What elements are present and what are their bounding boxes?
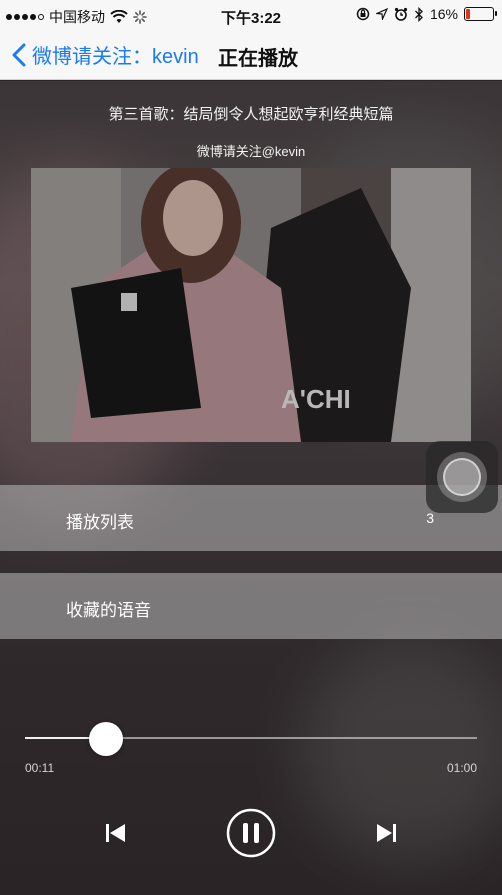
album-cover-image: A'CHI	[31, 168, 471, 442]
progress-slider-thumb[interactable]	[89, 722, 124, 756]
navigation-bar: 微博请关注：kevin 正在播放	[0, 30, 502, 80]
author-label: 微博请关注@kevin	[196, 144, 306, 159]
elapsed-time: 00:11	[25, 761, 55, 775]
favorites-label: 收藏的语音	[66, 601, 151, 620]
assistive-touch-dot	[443, 458, 481, 496]
song-title: 第三首歌：结局倒令人想起欧亨利经典短篇	[108, 106, 394, 123]
pause-button[interactable]	[226, 808, 276, 863]
back-button[interactable]: 微博请关注：kevin	[12, 40, 199, 69]
skip-next-icon	[377, 824, 396, 842]
assistive-touch-button[interactable]	[426, 441, 498, 513]
battery-icon	[464, 7, 497, 21]
assistive-touch-ring	[437, 452, 487, 502]
status-bar: 中国移动 下午3:22 16%	[0, 0, 502, 30]
back-button-label: 微博请关注：kevin	[32, 46, 199, 68]
next-track-button[interactable]	[374, 821, 398, 850]
favorites-row[interactable]: 收藏的语音	[0, 573, 502, 639]
playlist-label: 播放列表	[66, 513, 134, 532]
chevron-left-icon	[12, 43, 26, 66]
rotation-lock-icon	[356, 7, 370, 21]
pause-icon	[226, 808, 276, 858]
skip-previous-icon	[106, 824, 125, 842]
alarm-icon	[394, 7, 408, 21]
battery-level-fill	[466, 9, 470, 19]
bluetooth-icon	[415, 6, 423, 22]
page-title: 正在播放	[218, 48, 298, 70]
previous-track-button[interactable]	[104, 821, 128, 850]
battery-percent: 16%	[429, 6, 458, 22]
total-duration: 01:00	[446, 761, 477, 775]
playlist-count: 3	[426, 510, 434, 526]
location-icon	[375, 8, 388, 20]
background-blur	[300, 641, 502, 861]
